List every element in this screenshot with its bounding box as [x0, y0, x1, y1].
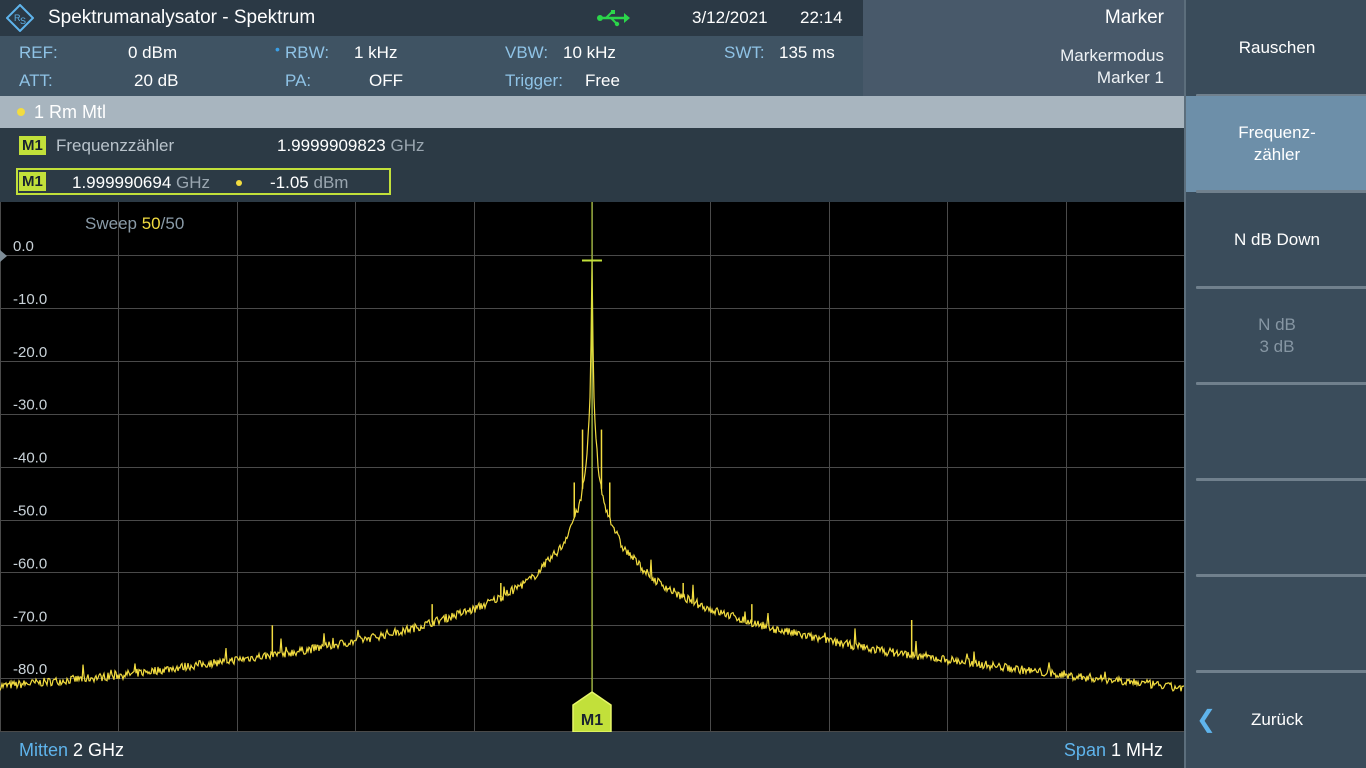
- svg-text:S: S: [20, 16, 26, 26]
- frequency-counter-value: 1.9999909823 GHz: [277, 136, 424, 156]
- frequency-counter-unit: GHz: [390, 136, 425, 155]
- softkey-noise[interactable]: Rauschen: [1186, 0, 1366, 96]
- spectrum-plot[interactable]: 0.0 -10.0 -20.0 -30.0 -40.0 -50.0 -60.0 -70.0 -8…: [0, 202, 1184, 732]
- usb-icon: [597, 10, 630, 27]
- center-value: 2 GHz: [73, 740, 125, 760]
- y-tick-label: -80.0: [13, 661, 47, 678]
- spectrum-chart[interactable]: 0.0 -10.0 -20.0 -30.0 -40.0 -50.0 -60.0 -70.0 -8…: [0, 202, 1184, 732]
- trigger-label: Trigger:: [505, 71, 563, 90]
- vbw-value[interactable]: 10 kHz: [563, 43, 616, 63]
- span-value: 1 MHz: [1110, 740, 1163, 760]
- rs-logo-icon: R S: [6, 4, 34, 32]
- marker-m1-flag-label: M1: [581, 712, 603, 729]
- active-marker-label: Marker 1: [1096, 68, 1164, 87]
- back-chevron-icon: ❮: [1196, 706, 1217, 733]
- spectrum-analyzer-app: R S Spektrumanalysator - Spektrum 3/12/2…: [0, 0, 1366, 768]
- sweep-total: /50: [160, 214, 185, 233]
- softkey-empty-7[interactable]: [1186, 576, 1366, 672]
- date-display: 3/12/2021: [692, 8, 768, 27]
- ref-value[interactable]: 0 dBm: [128, 43, 177, 63]
- softkey-label: Rauschen: [1238, 38, 1316, 57]
- softkey-n-db-down[interactable]: N dB Down: [1186, 192, 1366, 288]
- softkey-label: N dB 3 dB: [1258, 315, 1296, 356]
- trace-info-bar[interactable]: 1 Rm Mtl: [0, 96, 1184, 128]
- app-title: Spektrumanalysator - Spektrum: [48, 7, 316, 28]
- frequency-counter-label: Frequenzzähler: [56, 136, 175, 155]
- title-bar: R S Spektrumanalysator - Spektrum 3/12/2…: [0, 0, 863, 36]
- y-tick-label: -70.0: [13, 608, 47, 625]
- m1-frequency-value: 1.999990694: [72, 173, 172, 192]
- softkey-panel: Rauschen Frequenz- zähler N dB Down N dB 3 …: [1184, 0, 1366, 768]
- m1-level-value: -1.05: [270, 173, 309, 192]
- y-tick-label: -30.0: [13, 397, 47, 414]
- center-label: Mitten: [19, 740, 69, 760]
- counter-marker-badge: M1: [19, 136, 46, 155]
- ref-level-arrow-icon: [0, 250, 7, 262]
- y-tick-label: 0.0: [13, 238, 34, 255]
- m1-badge: M1: [19, 172, 46, 191]
- span[interactable]: Span 1 MHz: [1064, 740, 1163, 761]
- m1-frequency: 1.999990694 GHz: [72, 173, 210, 193]
- ref-label: REF:: [19, 43, 58, 62]
- y-tick-label: -10.0: [13, 291, 47, 308]
- softkey-label: Frequenz- zähler: [1238, 123, 1316, 164]
- swt-label: SWT:: [724, 43, 765, 62]
- trigger-value[interactable]: Free: [585, 71, 620, 91]
- rbw-coupled-indicator: •: [275, 41, 280, 57]
- m1-level-unit: dBm: [313, 173, 349, 192]
- rbw-value[interactable]: 1 kHz: [354, 43, 397, 63]
- trace-color-dot: [17, 108, 25, 116]
- marker-mode-label: Markermodus: [1060, 46, 1164, 65]
- pa-label: PA:: [285, 71, 312, 90]
- softkey-empty-5[interactable]: [1186, 384, 1366, 480]
- softkey-n-db[interactable]: N dB 3 dB: [1186, 288, 1366, 384]
- time-display: 22:14: [800, 8, 843, 27]
- vbw-label: VBW:: [505, 43, 549, 62]
- settings-bar[interactable]: REF: 0 dBm ATT: 20 dB • RBW: 1 kHz PA: O…: [0, 36, 863, 96]
- softkey-label: N dB Down: [1234, 230, 1320, 249]
- marker-m1-readout[interactable]: M1 1.999990694 GHz -1.05 dBm: [16, 168, 391, 195]
- trace-label: 1 Rm Mtl: [34, 102, 106, 122]
- y-tick-label: -50.0: [13, 503, 47, 520]
- menu-title: Marker: [1104, 7, 1164, 28]
- y-tick-label: -40.0: [13, 450, 47, 467]
- softkey-frequency-counter[interactable]: Frequenz- zähler: [1186, 96, 1366, 192]
- m1-frequency-unit: GHz: [176, 173, 211, 192]
- y-tick-label: -20.0: [13, 344, 47, 361]
- frequency-counter-number: 1.9999909823: [277, 136, 386, 155]
- y-tick-label: -60.0: [13, 555, 47, 572]
- sweep-current: 50: [141, 214, 161, 233]
- span-label: Span: [1063, 740, 1106, 760]
- att-value[interactable]: 20 dB: [134, 71, 178, 91]
- rbw-label: RBW:: [285, 43, 330, 62]
- marker-menu-header: Marker Markermodus Marker 1: [863, 0, 1184, 96]
- softkey-empty-6[interactable]: [1186, 480, 1366, 576]
- frequency-bar: Mitten 2 GHz Span 1 MHz: [0, 732, 1184, 768]
- center-frequency[interactable]: Mitten 2 GHz: [19, 740, 124, 761]
- m1-level: -1.05 dBm: [270, 173, 348, 193]
- swt-value[interactable]: 135 ms: [779, 43, 835, 63]
- sweep-counter: Sweep 50/50: [85, 214, 184, 234]
- softkey-label: Zurück: [1251, 710, 1303, 729]
- pa-value[interactable]: OFF: [369, 71, 403, 91]
- att-label: ATT:: [19, 71, 53, 90]
- sweep-label: Sweep: [85, 214, 137, 233]
- m1-trace-dot: [236, 180, 242, 186]
